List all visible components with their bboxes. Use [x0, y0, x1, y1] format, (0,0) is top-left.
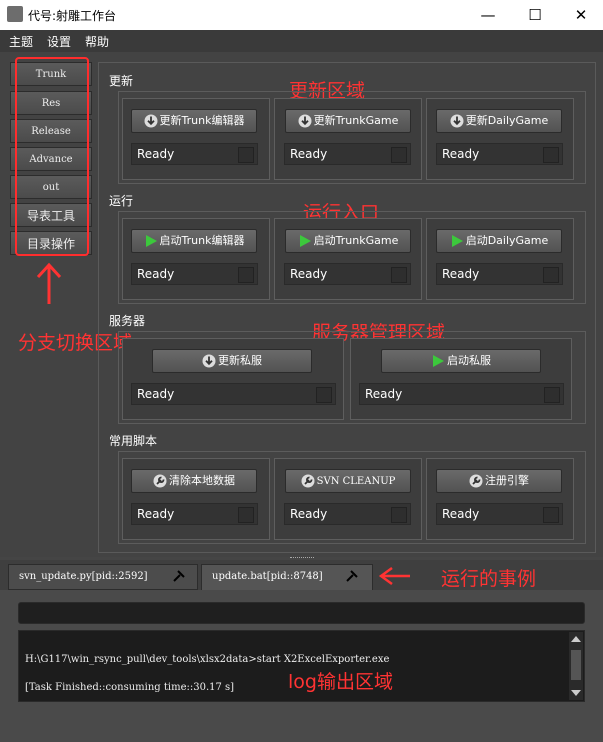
status-text: Ready — [442, 267, 480, 281]
menu-bar: 主题 设置 帮助 — [0, 30, 603, 52]
wrench-icon — [153, 474, 167, 488]
status-text: Ready — [137, 147, 175, 161]
branch-annotation-box — [15, 57, 89, 256]
log-region-annotation: log输出区域 — [288, 671, 393, 693]
window-title: 代号:射雕工作台 — [28, 9, 117, 23]
download-icon — [202, 354, 216, 368]
update-trunk-editor-button[interactable]: 更新Trunk编辑器 — [131, 109, 257, 133]
menu-theme[interactable]: 主题 — [9, 33, 33, 50]
app-icon — [7, 6, 23, 22]
clear-local-data-button[interactable]: 清除本地数据 — [131, 469, 257, 493]
status-light — [238, 267, 254, 283]
download-icon — [144, 114, 158, 128]
status-text: Ready — [290, 267, 328, 281]
console-area: H:\G117\win_rsync_pull\dev_tools\xlsx2da… — [0, 590, 603, 742]
start-trunk-editor-button[interactable]: 启动Trunk编辑器 — [131, 229, 257, 253]
status-bar: Ready — [131, 143, 258, 165]
left-arrow-annotation-icon — [378, 566, 410, 586]
status-bar: Ready — [284, 143, 411, 165]
status-text: Ready — [365, 387, 403, 401]
status-bar: Ready — [436, 143, 563, 165]
status-bar: Ready — [131, 503, 258, 525]
status-bar: Ready — [284, 503, 411, 525]
wrench-icon — [301, 474, 315, 488]
menu-help[interactable]: 帮助 — [85, 33, 109, 50]
play-icon — [433, 355, 444, 367]
log-line: H:\G117\win_rsync_pull\dev_tools\xlsx2da… — [25, 654, 390, 665]
status-bar: Ready — [359, 383, 564, 405]
tab-svn-update[interactable]: svn_update.py[pid::2592] — [8, 564, 198, 590]
tab-label: update.bat[pid::8748] — [212, 571, 323, 582]
status-text: Ready — [290, 507, 328, 521]
status-text: Ready — [137, 507, 175, 521]
start-private-server-button[interactable]: 启动私服 — [381, 349, 541, 373]
status-bar: Ready — [131, 263, 258, 285]
scroll-down-icon[interactable] — [571, 690, 581, 696]
maximize-button[interactable]: ☐ — [512, 0, 558, 30]
section-title-scripts: 常用脚本 — [109, 434, 158, 448]
play-icon — [299, 235, 311, 247]
status-text: Ready — [442, 507, 480, 521]
section-title-server: 服务器 — [109, 314, 146, 328]
download-icon — [298, 114, 312, 128]
status-bar: Ready — [131, 383, 336, 405]
status-text: Ready — [290, 147, 328, 161]
wrench-icon — [469, 474, 483, 488]
menu-settings[interactable]: 设置 — [47, 33, 71, 50]
status-light — [391, 507, 407, 523]
status-text: Ready — [442, 147, 480, 161]
start-trunk-game-button[interactable]: 启动TrunkGame — [285, 229, 411, 253]
status-light — [544, 387, 560, 403]
instances-annotation: 运行的事例 — [441, 568, 537, 590]
tab-label: svn_update.py[pid::2592] — [19, 571, 148, 582]
pin-close-icon[interactable] — [344, 568, 360, 584]
minimize-button[interactable]: — — [465, 0, 511, 30]
status-light — [391, 147, 407, 163]
start-daily-game-button[interactable]: 启动DailyGame — [436, 229, 562, 253]
status-light — [238, 507, 254, 523]
status-light — [543, 267, 559, 283]
svn-cleanup-button[interactable]: SVN CLEANUP — [285, 469, 411, 493]
status-light — [543, 147, 559, 163]
scroll-thumb[interactable] — [571, 650, 581, 680]
update-private-server-button[interactable]: 更新私服 — [152, 349, 312, 373]
section-title-update: 更新 — [109, 74, 134, 88]
update-daily-game-button[interactable]: 更新DailyGame — [436, 109, 562, 133]
tab-update-bat[interactable]: update.bat[pid::8748] — [201, 564, 373, 590]
play-icon — [451, 235, 463, 247]
log-line: [Task Finished::consuming time::30.17 s] — [25, 682, 235, 693]
pin-close-icon[interactable] — [171, 568, 187, 584]
up-arrow-annotation-icon — [36, 262, 62, 304]
download-icon — [450, 114, 464, 128]
status-bar: Ready — [436, 503, 563, 525]
close-button[interactable]: ✕ — [558, 0, 603, 30]
play-icon — [145, 235, 157, 247]
status-text: Ready — [137, 267, 175, 281]
status-light — [316, 387, 332, 403]
status-light — [238, 147, 254, 163]
register-engine-button[interactable]: 注册引擎 — [436, 469, 562, 493]
command-input[interactable] — [18, 602, 585, 624]
scroll-up-icon[interactable] — [571, 636, 581, 642]
status-bar: Ready — [284, 263, 411, 285]
status-text: Ready — [137, 387, 175, 401]
status-light — [543, 507, 559, 523]
section-title-run: 运行 — [109, 194, 134, 208]
status-light — [391, 267, 407, 283]
status-bar: Ready — [436, 263, 563, 285]
title-bar: 代号:射雕工作台 — ☐ ✕ — [0, 0, 603, 30]
log-scrollbar[interactable] — [569, 632, 583, 700]
update-trunk-game-button[interactable]: 更新TrunkGame — [285, 109, 411, 133]
